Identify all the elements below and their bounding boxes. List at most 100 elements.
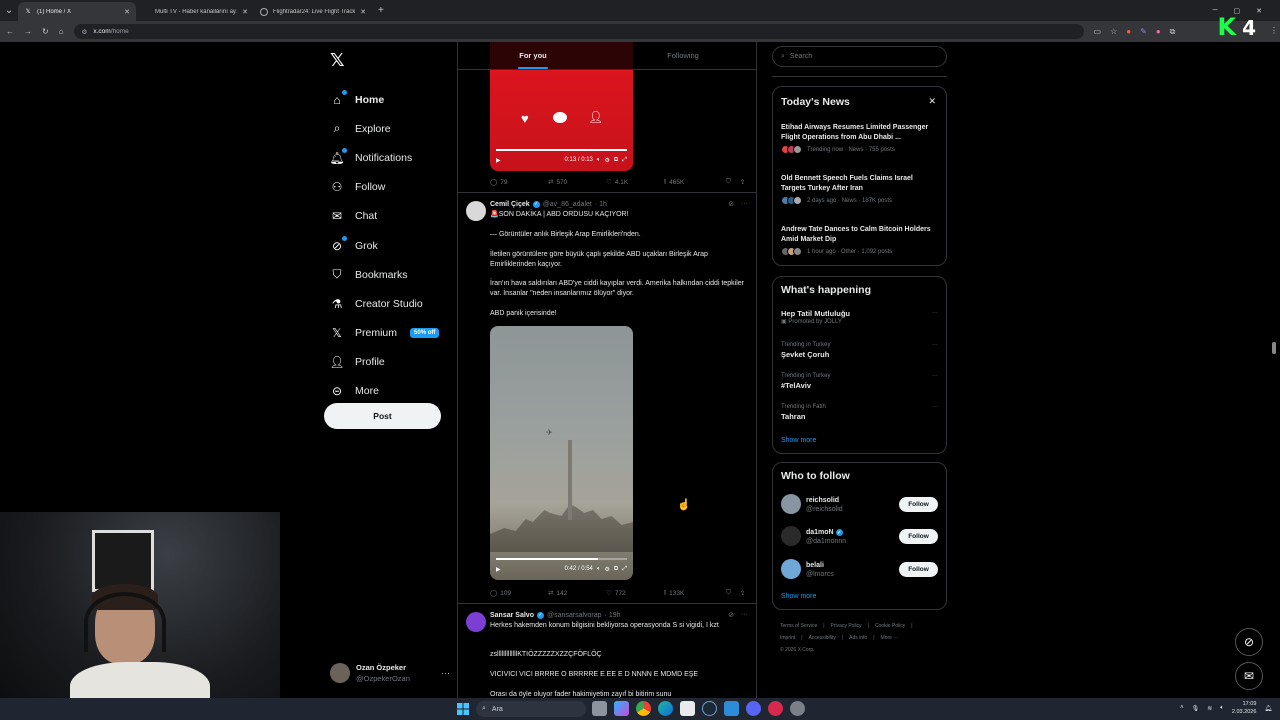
show-more-link[interactable]: Show more <box>781 593 816 600</box>
pip-icon[interactable]: ⧉ <box>614 157 618 164</box>
browser-tab-multitv[interactable]: Multi TV - Haber kanallarını ay… ✕ <box>136 2 254 21</box>
suggested-account[interactable]: reichsolid @reichsolid Follow <box>781 493 938 515</box>
more-dots-icon[interactable]: ··· <box>741 611 748 619</box>
nav-premium[interactable]: 𝕏 Premium 50% off <box>324 319 459 348</box>
volume-icon[interactable]: 🔈︎ <box>597 157 601 164</box>
forward-icon[interactable]: → <box>24 27 32 36</box>
star-icon[interactable]: ☆ <box>1110 27 1117 36</box>
pip-icon[interactable]: ⧉ <box>614 566 618 573</box>
more-dots-icon[interactable]: ··· <box>441 668 450 678</box>
more-dots-icon[interactable]: ··· <box>932 403 938 412</box>
reply-button[interactable]: ◯ 79 <box>490 178 548 187</box>
share-icon[interactable]: ⇪ <box>740 178 745 186</box>
clock[interactable]: 17:09 2.03.2026 <box>1232 700 1256 716</box>
page-scrollbar[interactable] <box>1272 342 1276 354</box>
post[interactable]: Cemil Çiçek ✓ @av_86_adalet · 1h ⊘ ··· 🚨S… <box>458 192 756 604</box>
bookmark-icon[interactable]: ⛉ <box>726 178 731 186</box>
volume-icon[interactable]: 🔈︎ <box>597 566 601 573</box>
account-switcher[interactable]: Ozan Özpeker @OzpekerOzan ··· <box>330 662 450 684</box>
repost-button[interactable]: ⇄ 570 <box>548 178 606 187</box>
steam-icon[interactable] <box>702 701 717 716</box>
footer-link[interactable]: Terms of Service <box>780 623 817 629</box>
search-input[interactable]: ⌕ Search <box>772 46 947 67</box>
play-icon[interactable]: ▶ <box>496 157 501 164</box>
views-button[interactable]: ⫾ 465K <box>664 178 726 186</box>
copilot-icon[interactable] <box>614 701 629 716</box>
browser-tab-x-home[interactable]: 𝕏 (1) Home / X ✕ <box>18 2 136 21</box>
nav-profile[interactable]: 👤︎ Profile <box>324 348 459 377</box>
close-icon[interactable]: ✕ <box>360 8 366 16</box>
reply-button[interactable]: ◯ 109 <box>490 589 548 598</box>
repost-button[interactable]: ⇄ 142 <box>548 589 606 598</box>
suggested-account[interactable]: da1moN ✓ @da1monnn Follow <box>781 525 938 547</box>
follow-button[interactable]: Follow <box>899 528 938 544</box>
trend-item[interactable]: Trending in Turkey #TelAviv ··· <box>781 372 938 390</box>
avatar[interactable] <box>466 612 486 632</box>
site-info-icon[interactable]: ⚙ <box>82 28 88 36</box>
follow-button[interactable]: Follow <box>899 496 938 512</box>
cast-icon[interactable]: ▭ <box>1094 27 1102 36</box>
browser-menu-icon[interactable]: ⋮ <box>1270 26 1278 35</box>
tab-search-chevron-icon[interactable]: ⌄ <box>0 0 18 21</box>
share-icon[interactable]: ⇪ <box>740 589 745 597</box>
close-icon[interactable]: ✕ <box>928 96 936 107</box>
news-item[interactable]: Andrew Tate Dances to Calm Bitcoin Holde… <box>781 225 938 256</box>
app-icon[interactable] <box>724 701 739 716</box>
footer-link[interactable]: More ··· <box>881 635 899 641</box>
post[interactable]: Sansar Salvo ✓ @sansarsalvorap · 19h ⊘ ··… <box>458 603 756 702</box>
extension-icon[interactable]: ✎ <box>1140 27 1147 36</box>
browser-tab-flightradar[interactable]: Flightradar24: Live Flight Track… ✕ <box>254 2 372 21</box>
wifi-icon[interactable]: ≋ <box>1207 705 1212 712</box>
close-icon[interactable]: ✕ <box>124 8 130 16</box>
news-item[interactable]: Etihad Airways Resumes Limited Passenger… <box>781 123 938 154</box>
footer-link[interactable]: Accessibility <box>809 635 836 641</box>
extensions-puzzle-icon[interactable]: ⧉ <box>1170 27 1176 37</box>
like-button[interactable]: ♡ 4.1K <box>606 178 664 187</box>
url-field[interactable]: ⚙ x.com/home <box>73 24 1084 39</box>
volume-icon[interactable]: 🔈︎ <box>1220 705 1224 712</box>
x-logo-icon[interactable]: 𝕏 <box>330 50 459 71</box>
more-dots-icon[interactable]: ··· <box>932 341 938 350</box>
app-icon[interactable] <box>768 701 783 716</box>
nav-bookmarks[interactable]: ⛉ Bookmarks <box>324 260 459 289</box>
chevron-up-icon[interactable]: ˄ <box>1180 705 1184 711</box>
settings-icon[interactable] <box>790 701 805 716</box>
nav-explore[interactable]: ⌕ Explore <box>324 114 459 143</box>
new-tab-button[interactable]: + <box>378 5 384 16</box>
nav-grok[interactable]: ⊘ Grok <box>324 231 459 260</box>
extension-icon[interactable]: ● <box>1156 27 1161 36</box>
author-name[interactable]: Cemil Çiçek <box>490 201 530 208</box>
post-time[interactable]: · 19h <box>605 612 621 619</box>
store-icon[interactable] <box>680 701 695 716</box>
notification-bell-icon[interactable]: 🔔︎ <box>1264 705 1272 712</box>
show-more-link[interactable]: Show more <box>781 437 816 444</box>
mic-icon[interactable]: 🎙︎ <box>1192 705 1200 712</box>
tab-for-you[interactable]: For you <box>458 42 608 69</box>
reload-icon[interactable]: ↻ <box>42 27 49 36</box>
extension-icon[interactable]: ● <box>1126 27 1131 36</box>
taskbar-search[interactable]: ⌕ Ara <box>476 701 586 717</box>
nav-more[interactable]: ⊝ More <box>324 377 459 406</box>
more-dots-icon[interactable]: ··· <box>741 200 748 208</box>
play-icon[interactable]: ▶ <box>496 566 501 573</box>
trend-item[interactable]: Trending in Turkey Şevket Çoruh ··· <box>781 341 938 359</box>
bookmark-icon[interactable]: ⛉ <box>726 589 731 597</box>
grok-icon[interactable]: ⊘ <box>728 200 734 208</box>
author-handle[interactable]: @av_86_adalet <box>543 201 592 208</box>
follow-button[interactable]: Follow <box>899 561 938 577</box>
task-view-icon[interactable] <box>592 701 607 716</box>
trend-item[interactable]: Hep Tatil Mutluluğu ▣ Promoted by JOLLY … <box>781 309 938 327</box>
home-icon[interactable]: ⌂ <box>59 27 64 36</box>
close-icon[interactable]: ✕ <box>242 8 248 16</box>
more-dots-icon[interactable]: ··· <box>932 372 938 381</box>
author-name[interactable]: Sansar Salvo <box>490 612 534 619</box>
nav-follow[interactable]: ⚇ Follow <box>324 173 459 202</box>
footer-link[interactable]: Imprint <box>780 635 795 641</box>
video-player[interactable]: ✈ ▶ 0:42 / 0:54 🔈︎ ⚙ ⧉ ⤢ <box>490 326 633 580</box>
messages-floating-button[interactable]: ✉ <box>1235 662 1263 690</box>
fullscreen-icon[interactable]: ⤢ <box>622 157 627 164</box>
settings-icon[interactable]: ⚙ <box>605 566 610 573</box>
tab-following[interactable]: Following <box>608 42 756 69</box>
post-button[interactable]: Post <box>324 403 441 429</box>
grok-icon[interactable]: ⊘ <box>728 611 734 619</box>
